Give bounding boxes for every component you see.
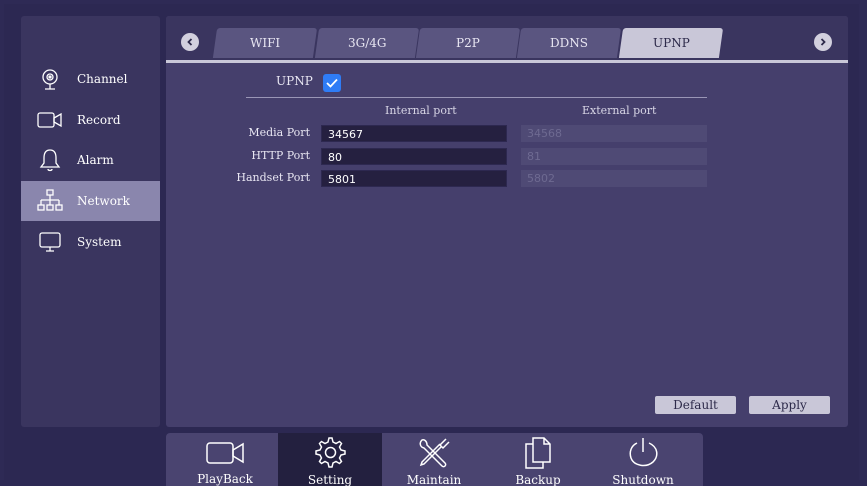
checkmark-icon bbox=[326, 78, 338, 88]
copy-icon bbox=[523, 437, 553, 469]
default-button[interactable]: Default bbox=[655, 396, 736, 414]
sidebar-item-label: Alarm bbox=[77, 153, 114, 167]
tab-underline bbox=[166, 60, 848, 63]
network-icon bbox=[37, 188, 63, 214]
bottom-item-label: Setting bbox=[307, 473, 353, 486]
sidebar-item-label: System bbox=[77, 235, 122, 249]
bottom-item-label: Maintain bbox=[406, 473, 462, 486]
bell-icon bbox=[37, 147, 63, 173]
settings-panel: WIFI 3G/4G P2P DDNS UPNP UPNP Internal p… bbox=[166, 16, 848, 427]
media-port-label: Media Port bbox=[248, 126, 310, 139]
sidebar-item-label: Network bbox=[77, 194, 130, 208]
sidebar: Channel Record Alarm Network System bbox=[21, 16, 160, 427]
power-icon bbox=[626, 437, 660, 469]
gear-icon bbox=[313, 437, 347, 469]
external-port-header: External port bbox=[582, 104, 657, 117]
apply-button[interactable]: Apply bbox=[749, 396, 830, 414]
http-port-label: HTTP Port bbox=[251, 149, 310, 162]
media-port-external-input: 34568 bbox=[521, 125, 707, 142]
bottom-item-shutdown[interactable]: Shutdown bbox=[591, 433, 695, 486]
bottom-item-setting[interactable]: Setting bbox=[278, 433, 382, 486]
tab-next-button[interactable] bbox=[814, 33, 832, 51]
handset-port-external-input: 5802 bbox=[521, 170, 707, 187]
webcam-icon bbox=[37, 66, 63, 92]
http-port-external-input: 81 bbox=[521, 148, 707, 165]
tools-icon bbox=[416, 437, 452, 469]
sidebar-item-alarm[interactable]: Alarm bbox=[21, 140, 160, 180]
chevron-left-icon bbox=[187, 38, 193, 46]
sidebar-item-channel[interactable]: Channel bbox=[21, 59, 160, 99]
sidebar-item-network[interactable]: Network bbox=[21, 181, 160, 221]
handset-port-label: Handset Port bbox=[236, 171, 310, 184]
tab-upnp[interactable]: UPNP bbox=[618, 28, 724, 58]
sidebar-item-label: Record bbox=[77, 113, 121, 127]
monitor-icon bbox=[37, 229, 63, 255]
media-port-internal-input[interactable]: 34567 bbox=[321, 125, 507, 142]
tab-prev-button[interactable] bbox=[181, 33, 199, 51]
sidebar-item-record[interactable]: Record bbox=[21, 100, 160, 140]
tab-ddns[interactable]: DDNS bbox=[516, 28, 622, 58]
bottom-item-backup[interactable]: Backup bbox=[486, 433, 590, 486]
bottom-item-label: Shutdown bbox=[612, 473, 674, 486]
internal-port-header: Internal port bbox=[385, 104, 457, 117]
video-camera-icon bbox=[205, 437, 245, 468]
http-port-internal-input[interactable]: 80 bbox=[321, 148, 507, 165]
sidebar-item-system[interactable]: System bbox=[21, 222, 160, 262]
sidebar-item-label: Channel bbox=[77, 72, 128, 86]
divider bbox=[246, 97, 707, 98]
handset-port-internal-input[interactable]: 5801 bbox=[321, 170, 507, 187]
bottom-item-label: Backup bbox=[515, 473, 561, 486]
bottom-bar: PlayBack Setting Maintain Backup Shutdow… bbox=[166, 433, 703, 486]
chevron-right-icon bbox=[820, 38, 826, 46]
tab-3g4g[interactable]: 3G/4G bbox=[314, 28, 420, 58]
upnp-checkbox[interactable] bbox=[323, 74, 341, 92]
video-camera-icon bbox=[37, 107, 63, 133]
upnp-label: UPNP bbox=[276, 74, 313, 88]
tab-bar: WIFI 3G/4G P2P DDNS UPNP bbox=[166, 16, 848, 60]
bottom-item-playback[interactable]: PlayBack bbox=[173, 433, 277, 486]
bottom-item-maintain[interactable]: Maintain bbox=[382, 433, 486, 486]
tab-wifi[interactable]: WIFI bbox=[212, 28, 318, 58]
tab-p2p[interactable]: P2P bbox=[415, 28, 521, 58]
bottom-item-label: PlayBack bbox=[197, 472, 253, 486]
